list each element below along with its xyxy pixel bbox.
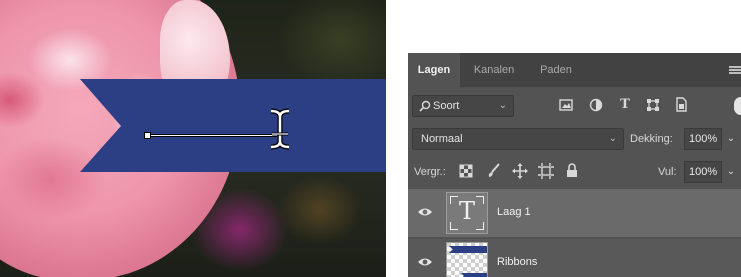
filter-kind-dropdown[interactable]: Soort ⌄: [412, 95, 514, 117]
smart-object-filter-icon[interactable]: [674, 97, 688, 112]
layer-name-laag-1[interactable]: Laag 1: [497, 206, 531, 218]
shape-filter-icon[interactable]: [646, 98, 660, 112]
image-filter-icon[interactable]: [559, 98, 573, 112]
type-cursor-icon: [270, 108, 290, 150]
layer-row-laag-1[interactable]: T Laag 1: [408, 189, 741, 237]
chevron-down-icon: ⌄: [498, 100, 507, 111]
thumbnail-corner: [450, 222, 458, 230]
opacity-field[interactable]: 100%: [684, 128, 722, 150]
text-anchor-handle[interactable]: [144, 132, 151, 139]
thumbnail-corner: [450, 196, 458, 204]
ribbon-banner: [80, 79, 386, 172]
lock-artboard-icon[interactable]: [538, 163, 554, 179]
blend-mode-dropdown[interactable]: Normaal ⌄: [412, 128, 624, 150]
lock-all-icon[interactable]: [566, 163, 578, 178]
chevron-down-icon: ⌄: [608, 133, 617, 144]
visibility-eye-icon[interactable]: [417, 256, 433, 268]
opacity-label: Dekking:: [630, 133, 673, 145]
chevron-down-icon[interactable]: ⌄: [724, 164, 738, 180]
tab-paden[interactable]: Paden: [528, 53, 584, 87]
ribbon-thumbnail-shape: [449, 246, 487, 277]
ribbons-layer-thumbnail: [446, 242, 488, 277]
blend-mode-label: Normaal: [421, 133, 463, 145]
layer-row-ribbons[interactable]: Ribbons: [408, 239, 741, 277]
type-filter-icon[interactable]: T: [617, 97, 633, 113]
filter-kind-label: Soort: [433, 100, 460, 112]
text-baseline: [151, 134, 277, 137]
text-layer-thumbnail: T: [446, 192, 488, 234]
layers-panel: Lagen Kanalen Paden Soort ⌄ T Normaal ⌄ …: [408, 53, 741, 277]
layer-name-ribbons[interactable]: Ribbons: [497, 256, 537, 268]
search-icon: [419, 100, 431, 112]
tab-lagen[interactable]: Lagen: [408, 53, 460, 87]
panel-menu-icon[interactable]: [729, 66, 741, 74]
chevron-down-icon[interactable]: ⌄: [724, 131, 738, 147]
filter-toggle-switch[interactable]: [734, 97, 741, 115]
panel-tab-bar: Lagen Kanalen Paden: [408, 53, 741, 87]
lock-label: Vergr.:: [414, 166, 446, 178]
thumbnail-corner: [476, 196, 484, 204]
lock-transparency-icon[interactable]: [459, 164, 473, 178]
document-canvas[interactable]: [0, 0, 386, 277]
tab-kanalen[interactable]: Kanalen: [463, 53, 525, 87]
ribbon-shape: [80, 79, 386, 172]
visibility-eye-icon[interactable]: [417, 206, 433, 218]
fill-field[interactable]: 100%: [684, 161, 722, 183]
thumbnail-corner: [476, 222, 484, 230]
adjustment-filter-icon[interactable]: [589, 98, 603, 112]
lock-image-icon[interactable]: [487, 163, 501, 178]
fill-label: Vul:: [658, 166, 677, 178]
lock-position-icon[interactable]: [512, 163, 528, 179]
